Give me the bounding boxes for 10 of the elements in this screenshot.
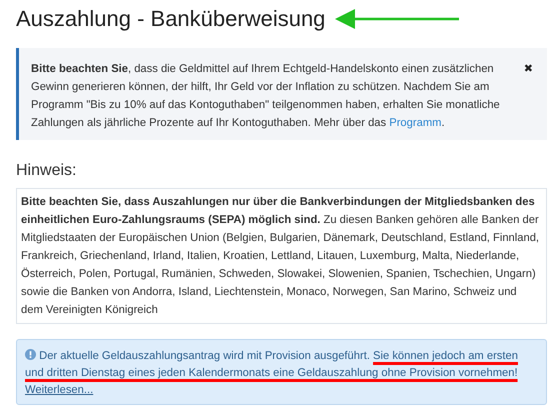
program-link[interactable]: Programm bbox=[389, 117, 442, 129]
info-text: Bitte beachten Sie, dass die Geldmittel auf Ihrem Echtgeld-Handelskonto einen zusätzlichen Gewinn generieren können, der hilft, Ihr Geld vor der Inflation zu schützen. Nachdem Sie am Programm "Bis zu 10% auf das Kontoguthaben" teilgenommen haben, erhalten Sie monatliche Zahlungen als jährliche Prozente auf Ihr Kontoguthaben. Mehr über das Programm. bbox=[31, 62, 501, 131]
close-button[interactable]: ✖ bbox=[524, 62, 533, 75]
arrow-icon bbox=[335, 8, 460, 30]
hint-text: Bitte beachten Sie, dass Auszahlungen nur über die Bankverbindungen der Mitgliedsbanken des einheitlichen Euro-Zahlungsraums (SEPA) möglich sind. Zu diesen Banken gehören alle Banken der Mitgliedstaaten der Europäischen Union (Belgien, Bulgarien, Dänemark, Deutschland, Estland, Finnland, Frankreich, Griechenland, Irland, Italien, Kroatien, Lettland, Litauen, Luxemburg, Malta, Niederlande, Österreich, Polen, Portugal, Rumänien, Schweden, Slowakei, Slowenien, Spanien, Tschechien, Ungarn) sowie die Banken von Andorra, Island, Liechtenstein, Monaco, Norwegen, San Marino, Schweiz und dem Vereinigten Königreich bbox=[21, 195, 540, 318]
hint-heading: Hinweis: bbox=[16, 162, 78, 180]
notice-text: Der aktuelle Geldauszahlungsantrag wird mit Provision ausgeführt. Sie können jedoch am ersten und dritten Dienstag eines jeden Kalendermonats eine Geldauszahlung ohne Provision vornehmen! Weiterlesen... bbox=[25, 348, 519, 398]
page-title: Auszahlung - Banküberweisung bbox=[16, 6, 326, 32]
info-icon bbox=[25, 349, 36, 360]
read-more-link[interactable]: Weiterlesen... bbox=[25, 384, 94, 396]
